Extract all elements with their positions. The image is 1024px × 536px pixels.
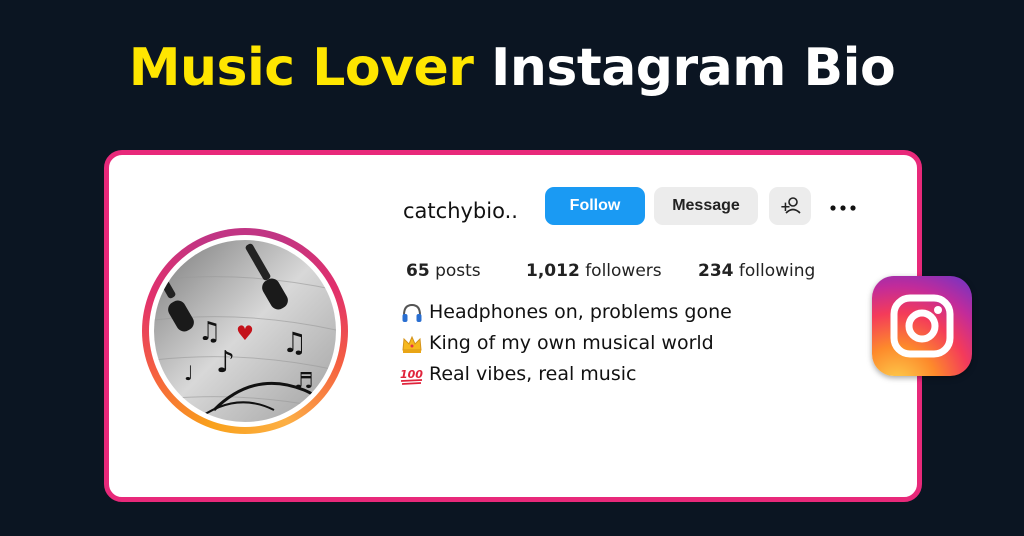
add-user-icon: + bbox=[780, 197, 801, 215]
posts-stat[interactable]: 65 posts bbox=[406, 261, 481, 281]
posts-label: posts bbox=[435, 261, 481, 281]
svg-text:100: 100 bbox=[400, 368, 423, 381]
bio-text: King of my own musical world bbox=[429, 332, 714, 354]
svg-text:♬: ♬ bbox=[294, 369, 314, 394]
profile-bio: Headphones on, problems gone King of my … bbox=[400, 297, 732, 390]
following-stat[interactable]: 234 following bbox=[698, 261, 815, 281]
followers-stat[interactable]: 1,012 followers bbox=[526, 261, 662, 281]
bio-line: Headphones on, problems gone bbox=[400, 297, 732, 328]
bio-text: Real vibes, real music bbox=[429, 363, 637, 385]
avatar: ♫ ♪ ♫ ♬ ♩ ♥ bbox=[154, 240, 336, 422]
followers-label: followers bbox=[585, 261, 662, 281]
svg-text:♫: ♫ bbox=[282, 326, 307, 359]
profile-username: catchybio.. bbox=[403, 199, 518, 223]
message-button[interactable]: Message bbox=[654, 187, 758, 225]
following-label: following bbox=[738, 261, 816, 281]
profile-card: ♫ ♪ ♫ ♬ ♩ ♥ catchybio.. Follow Message + bbox=[104, 150, 922, 502]
instagram-logo-icon bbox=[872, 276, 972, 376]
headline-main: Instagram Bio bbox=[491, 38, 896, 98]
posts-count: 65 bbox=[406, 261, 430, 281]
follow-button[interactable]: Follow bbox=[545, 187, 645, 225]
bio-text: Headphones on, problems gone bbox=[429, 301, 732, 323]
avatar-frame: ♫ ♪ ♫ ♬ ♩ ♥ bbox=[149, 235, 341, 427]
svg-text:♪: ♪ bbox=[216, 345, 235, 380]
svg-text:♩: ♩ bbox=[184, 361, 193, 385]
page-headline: Music Lover Instagram Bio bbox=[0, 38, 1024, 98]
bio-line: King of my own musical world bbox=[400, 328, 732, 359]
crown-icon bbox=[402, 335, 422, 353]
bio-line: 100 Real vibes, real music bbox=[400, 359, 732, 390]
headphones-icon bbox=[402, 303, 422, 322]
svg-text:♥: ♥ bbox=[236, 321, 254, 345]
followers-count: 1,012 bbox=[526, 261, 580, 281]
headline-accent: Music Lover bbox=[128, 38, 474, 98]
add-user-button[interactable]: + bbox=[769, 187, 811, 225]
avatar-photo-headphones-music: ♫ ♪ ♫ ♬ ♩ ♥ bbox=[154, 240, 336, 422]
hundred-points-icon: 100 bbox=[400, 368, 423, 385]
following-count: 234 bbox=[698, 261, 734, 281]
svg-text:♫: ♫ bbox=[198, 317, 221, 347]
avatar-story-ring[interactable]: ♫ ♪ ♫ ♬ ♩ ♥ bbox=[142, 228, 348, 434]
more-options-icon[interactable] bbox=[829, 199, 859, 211]
